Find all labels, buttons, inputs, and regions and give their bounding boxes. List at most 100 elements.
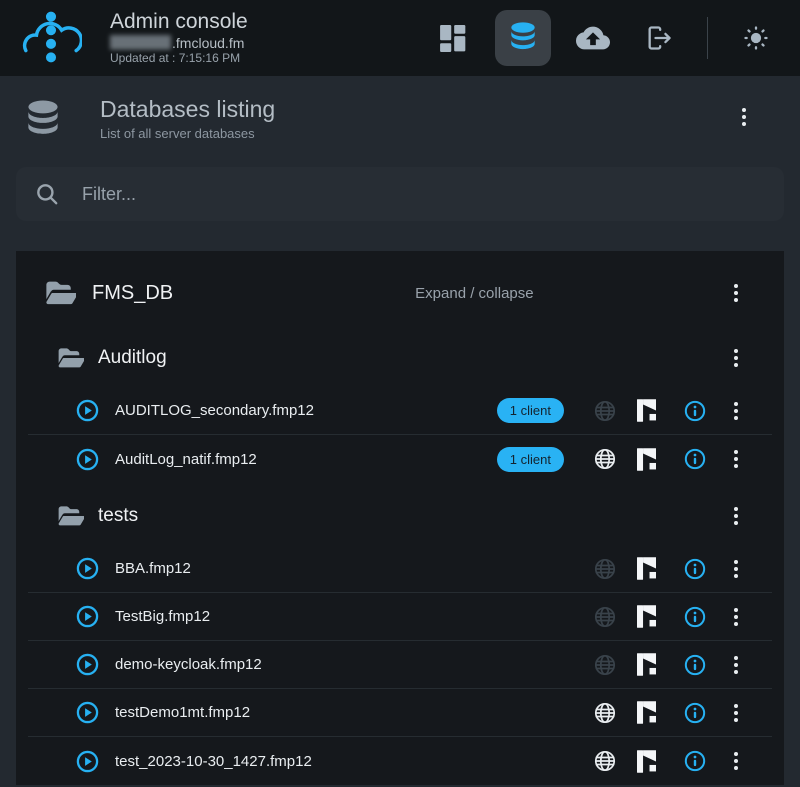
database-row: BBA.fmp12 — [28, 545, 772, 593]
open-database-play-button[interactable] — [76, 605, 99, 628]
database-name: testDemo1mt.fmp12 — [115, 704, 250, 721]
folder-groups: Auditlog AUDITLOG_secondary.fmp12 1 clie… — [28, 329, 772, 785]
info-icon[interactable] — [682, 750, 708, 772]
row-actions — [590, 749, 744, 773]
database-name: AUDITLOG_secondary.fmp12 — [115, 402, 314, 419]
expand-collapse-label[interactable]: Expand / collapse — [415, 285, 533, 302]
info-icon[interactable] — [682, 400, 708, 422]
filemaker-icon[interactable] — [632, 448, 660, 471]
open-database-play-button[interactable] — [76, 399, 99, 422]
logout-icon[interactable] — [635, 14, 683, 62]
root-folder-name: FMS_DB — [92, 282, 173, 305]
database-icon — [24, 100, 62, 140]
server-domain: ████████ .fmcloud.fm — [110, 35, 248, 51]
root-folder-row: FMS_DB Expand / collapse — [28, 261, 772, 325]
webdirect-globe-icon[interactable] — [590, 557, 620, 581]
cloud-upload-icon[interactable] — [569, 14, 617, 62]
filemaker-icon[interactable] — [632, 701, 660, 724]
filemaker-icon[interactable] — [632, 557, 660, 580]
row-actions: 1 client — [497, 447, 744, 472]
database-name: TestBig.fmp12 — [115, 608, 210, 625]
row-menu-button[interactable] — [728, 450, 744, 468]
open-folder-icon — [58, 505, 84, 527]
folder-files: BBA.fmp12 — [28, 545, 772, 785]
folder-group: Auditlog AUDITLOG_secondary.fmp12 1 clie… — [28, 329, 772, 483]
info-icon[interactable] — [682, 448, 708, 470]
updated-timestamp: Updated at : 7:15:16 PM — [110, 52, 248, 66]
database-row: demo-keycloak.fmp12 — [28, 641, 772, 689]
databases-cylinder-icon[interactable] — [495, 10, 551, 66]
server-domain-suffix: .fmcloud.fm — [172, 35, 244, 51]
database-name: AuditLog_natif.fmp12 — [115, 451, 257, 468]
info-icon[interactable] — [682, 702, 708, 724]
open-database-play-button[interactable] — [76, 448, 99, 471]
open-database-play-button[interactable] — [76, 653, 99, 676]
server-name-redacted: ████████ — [110, 36, 170, 50]
webdirect-globe-icon[interactable] — [590, 653, 620, 677]
row-actions — [590, 557, 744, 581]
folder-files: AUDITLOG_secondary.fmp12 1 client — [28, 387, 772, 483]
sun-theme-icon[interactable] — [732, 14, 780, 62]
filemaker-icon[interactable] — [632, 399, 660, 422]
database-row: TestBig.fmp12 — [28, 593, 772, 641]
webdirect-globe-icon[interactable] — [590, 701, 620, 725]
open-folder-icon — [46, 280, 76, 306]
folder-header-row: Auditlog — [28, 329, 772, 387]
databases-panel: FMS_DB Expand / collapse Auditlog — [16, 251, 784, 785]
database-row: AuditLog_natif.fmp12 1 client — [28, 435, 772, 483]
folder-menu-button[interactable] — [728, 349, 744, 367]
header-titles: Admin console ████████ .fmcloud.fm Updat… — [110, 10, 248, 65]
page-title: Databases listing — [100, 96, 275, 124]
row-menu-button[interactable] — [728, 656, 744, 674]
webdirect-globe-icon[interactable] — [590, 399, 620, 423]
folder-name: tests — [98, 505, 138, 527]
section-titles: Databases listing List of all server dat… — [100, 96, 275, 141]
database-name: BBA.fmp12 — [115, 560, 191, 577]
database-row: AUDITLOG_secondary.fmp12 1 client — [28, 387, 772, 435]
folder-menu-button[interactable] — [728, 507, 744, 525]
nav-divider — [707, 17, 708, 59]
page-content: Databases listing List of all server dat… — [0, 96, 800, 785]
info-icon[interactable] — [682, 558, 708, 580]
row-menu-button[interactable] — [728, 608, 744, 626]
database-row: test_2023-10-30_1427.fmp12 — [28, 737, 772, 785]
open-database-play-button[interactable] — [76, 750, 99, 773]
row-menu-button[interactable] — [728, 402, 744, 420]
folder-group: tests BBA.fmp12 — [28, 487, 772, 785]
app-title: Admin console — [110, 10, 248, 34]
info-icon[interactable] — [682, 654, 708, 676]
database-name: demo-keycloak.fmp12 — [115, 656, 262, 673]
filter-box — [16, 167, 784, 221]
webdirect-globe-icon[interactable] — [590, 447, 620, 471]
folder-name: Auditlog — [98, 347, 167, 369]
row-actions — [590, 605, 744, 629]
dashboard-grid-icon[interactable] — [429, 14, 477, 62]
row-actions — [590, 701, 744, 725]
webdirect-globe-icon[interactable] — [590, 605, 620, 629]
row-menu-button[interactable] — [728, 752, 744, 770]
clients-badge: 1 client — [497, 447, 564, 472]
filemaker-icon[interactable] — [632, 750, 660, 773]
row-menu-button[interactable] — [728, 560, 744, 578]
folder-header-row: tests — [28, 487, 772, 545]
root-menu-button[interactable] — [728, 284, 744, 302]
filemaker-icon[interactable] — [632, 605, 660, 628]
info-icon[interactable] — [682, 606, 708, 628]
open-folder-icon — [58, 347, 84, 369]
row-menu-button[interactable] — [728, 704, 744, 722]
row-actions — [590, 653, 744, 677]
page-subtitle: List of all server databases — [100, 126, 275, 142]
clients-badge: 1 client — [497, 398, 564, 423]
open-database-play-button[interactable] — [76, 557, 99, 580]
search-icon — [34, 181, 60, 207]
section-menu-button[interactable] — [736, 108, 752, 126]
section-header: Databases listing List of all server dat… — [16, 96, 784, 141]
top-bar: Admin console ████████ .fmcloud.fm Updat… — [0, 0, 800, 76]
webdirect-globe-icon[interactable] — [590, 749, 620, 773]
filemaker-icon[interactable] — [632, 653, 660, 676]
row-actions: 1 client — [497, 398, 744, 423]
open-database-play-button[interactable] — [76, 701, 99, 724]
database-row: testDemo1mt.fmp12 — [28, 689, 772, 737]
fmcloud-logo-icon — [20, 9, 82, 67]
filter-input[interactable] — [82, 184, 766, 205]
